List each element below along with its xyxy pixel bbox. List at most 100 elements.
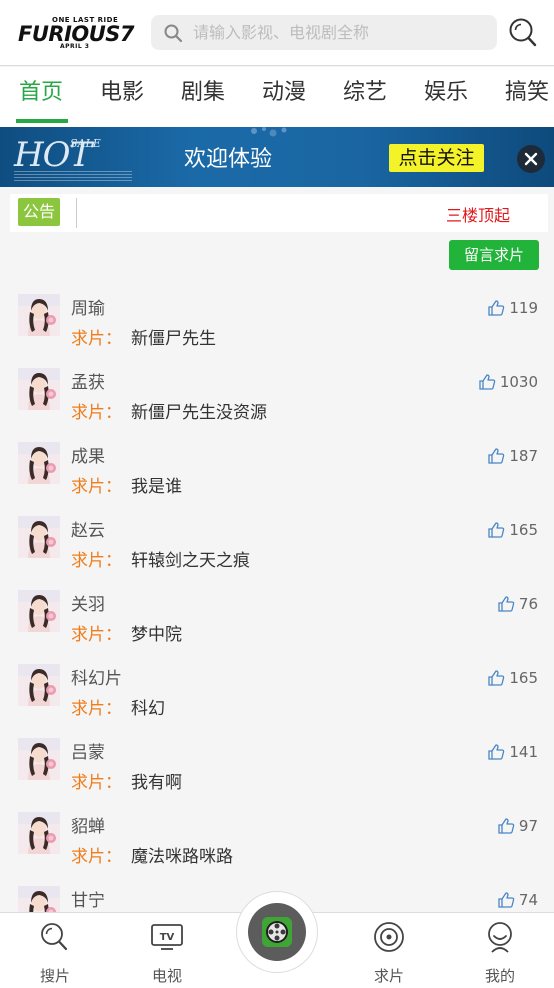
app-logo[interactable]: ONE LAST RIDE FURIOUS7 APRIL 3 — [18, 14, 136, 50]
user-name: 孟获 — [71, 373, 105, 393]
promo-banner[interactable]: HOT SALE 欢迎体验 点击关注 — [0, 127, 554, 187]
request-list: 周瑜 求片： 新僵尸先生 119 孟获 求片： 新僵尸先生没资源 1030 成果 求片： 我是谁 18… — [0, 284, 554, 912]
close-icon — [524, 152, 538, 166]
notice-tag: 公告 — [18, 198, 60, 226]
thumbs-up-icon — [479, 374, 496, 390]
like-button[interactable]: 187 — [487, 446, 538, 466]
tab-entertainment[interactable]: 娱乐 — [424, 67, 468, 123]
avatar[interactable] — [18, 664, 60, 706]
like-button[interactable]: 119 — [487, 298, 538, 318]
like-button[interactable]: 165 — [487, 520, 538, 540]
thumbs-up-icon — [488, 300, 505, 316]
like-count: 165 — [509, 521, 538, 539]
follow-button[interactable]: 点击关注 — [389, 144, 484, 172]
request-title: 我是谁 — [131, 477, 182, 497]
leave-request-button[interactable]: 留言求片 — [449, 240, 539, 270]
user-name: 科幻片 — [71, 669, 122, 689]
avatar[interactable] — [18, 886, 60, 912]
thumbs-up-icon — [488, 522, 505, 538]
like-count: 76 — [518, 595, 538, 613]
like-count: 1030 — [499, 373, 538, 391]
thumbs-up-icon — [488, 448, 505, 464]
nav-request-label: 求片 — [373, 967, 404, 985]
request-title: 新僵尸先生没资源 — [131, 403, 267, 423]
tab-movies[interactable]: 电影 — [100, 67, 144, 123]
fine-print — [14, 171, 132, 181]
nav-profile-label: 我的 — [484, 967, 515, 985]
avatar[interactable] — [18, 812, 60, 854]
nav-tv[interactable]: TV 电视 — [132, 913, 202, 988]
decorative-dots — [251, 127, 287, 137]
list-item[interactable]: 孟获求片： 新僵尸先生没资源 1030 — [0, 358, 554, 432]
search-box[interactable] — [151, 15, 497, 50]
film-reel-icon — [262, 917, 292, 947]
banner-welcome-text: 欢迎体验 — [184, 147, 273, 172]
user-name: 赵云 — [71, 521, 105, 541]
avatar[interactable] — [18, 590, 60, 632]
target-icon — [374, 922, 404, 952]
list-item[interactable]: 成果 求片： 我是谁 187 — [0, 432, 554, 506]
like-button[interactable]: 76 — [497, 594, 538, 614]
user-name: 甘宁 — [71, 891, 105, 911]
thumbs-up-icon — [498, 596, 515, 612]
user-name: 吕蒙 — [71, 743, 105, 763]
like-button[interactable]: 74 — [497, 890, 538, 910]
banner-close-button[interactable] — [517, 145, 545, 173]
request-label: 求片： — [71, 403, 122, 423]
user-name: 周瑜 — [71, 299, 105, 319]
request-title: 科幻 — [131, 699, 165, 719]
request-title: 我有啊 — [131, 773, 182, 793]
thumbs-up-icon — [488, 744, 505, 760]
list-item[interactable]: 赵云 求片： 轩辕剑之天之痕 165 — [0, 506, 554, 580]
tv-icon: TV — [151, 924, 183, 950]
user-name: 貂蝉 — [71, 817, 105, 837]
request-title: 魔法咪路咪路 — [131, 847, 233, 867]
request-label: 求片： — [71, 773, 122, 793]
avatar[interactable] — [18, 516, 60, 558]
request-label: 求片： — [71, 477, 122, 497]
list-item[interactable]: 科幻片求片： 科幻 165 — [0, 654, 554, 728]
search-button-icon[interactable] — [507, 16, 539, 50]
notice-bar: 公告 三楼顶起 — [10, 194, 548, 232]
list-item[interactable]: 关羽求片： 梦中院 76 — [0, 580, 554, 654]
tab-series[interactable]: 剧集 — [181, 67, 225, 123]
nav-profile[interactable]: 我的 — [465, 913, 535, 988]
like-count: 74 — [518, 891, 538, 909]
request-label: 求片： — [71, 625, 122, 645]
center-play-button[interactable] — [236, 891, 318, 973]
like-button[interactable]: 165 — [487, 668, 538, 688]
thumbs-up-icon — [488, 670, 505, 686]
list-item[interactable]: 周瑜 求片： 新僵尸先生 119 — [0, 284, 554, 358]
list-item[interactable]: 吕蒙求片： 我有啊 141 — [0, 728, 554, 802]
notice-text[interactable]: 三楼顶起 — [446, 202, 510, 226]
avatar[interactable] — [18, 294, 60, 336]
search-icon — [41, 923, 68, 951]
request-title: 新僵尸先生 — [131, 329, 216, 349]
search-icon — [164, 24, 183, 43]
list-item[interactable]: 貂蝉求片： 魔法咪路咪路 97 — [0, 802, 554, 876]
like-button[interactable]: 141 — [487, 742, 538, 762]
avatar[interactable] — [18, 442, 60, 484]
avatar[interactable] — [18, 368, 60, 410]
avatar[interactable] — [18, 738, 60, 780]
notice-divider — [76, 198, 77, 228]
tab-home[interactable]: 首页 — [19, 67, 63, 123]
like-button[interactable]: 97 — [497, 816, 538, 836]
thumbs-up-icon — [498, 892, 515, 908]
nav-search[interactable]: 搜片 — [20, 913, 90, 988]
tab-funny[interactable]: 搞笑 — [505, 67, 549, 123]
svg-text:TV: TV — [160, 932, 175, 943]
top-header: ONE LAST RIDE FURIOUS7 APRIL 3 — [0, 0, 554, 66]
tab-anime[interactable]: 动漫 — [262, 67, 306, 123]
like-button[interactable]: 1030 — [478, 372, 538, 392]
request-label: 求片： — [71, 699, 122, 719]
request-label: 求片： — [71, 847, 122, 867]
tab-variety[interactable]: 综艺 — [343, 67, 387, 123]
nav-request[interactable]: 求片 — [354, 913, 424, 988]
sale-text: SALE — [70, 137, 101, 150]
search-input[interactable] — [193, 15, 489, 50]
nav-tv-label: 电视 — [151, 967, 182, 985]
user-name: 关羽 — [71, 595, 105, 615]
category-tabs: 首页 电影 剧集 动漫 综艺 娱乐 搞笑 — [0, 67, 554, 127]
request-title: 梦中院 — [131, 625, 182, 645]
